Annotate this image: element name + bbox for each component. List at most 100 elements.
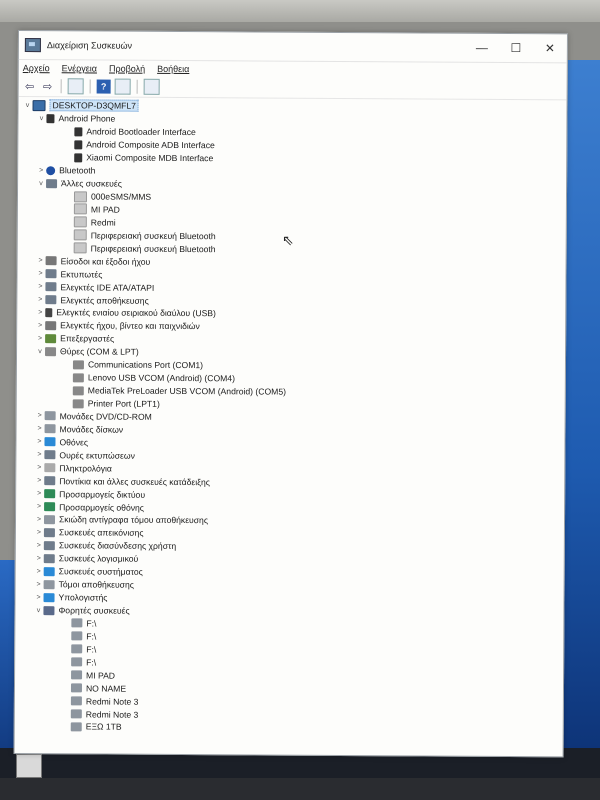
close-button[interactable]: ✕ [533,41,567,55]
collapse-chevron-icon[interactable]: v [36,115,46,122]
collapse-chevron-icon[interactable]: v [23,102,33,109]
computer-icon [32,100,46,112]
tree-item-label: Σκιώδη αντίγραφα τόμου αποθήκευσης [58,514,209,526]
sound-icon [45,321,57,331]
tree-item-label: Υπολογιστής [58,592,108,603]
expand-chevron-icon[interactable]: > [35,426,45,433]
expand-chevron-icon[interactable]: > [34,529,44,536]
port-icon [45,346,57,357]
tree-item-label: Android Phone [58,113,116,125]
tree-item-label: F:\ [86,618,97,629]
port-icon [72,398,84,408]
tree-item-label: MediaTek PreLoader USB VCOM (Android) (C… [87,385,287,397]
tree-item-label: Printer Port (LPT1) [87,398,160,409]
port-icon [72,372,84,383]
portable-device-icon [43,605,55,615]
unknown-device-icon [73,216,87,228]
menu-action[interactable]: Ενέργεια [62,63,97,73]
expand-chevron-icon[interactable]: > [35,413,45,420]
tree-root-label: DESKTOP-D3QMFL7 [49,99,139,113]
tree-item-label: 000eSMS/MMS [90,191,152,202]
expand-chevron-icon[interactable]: > [36,257,46,264]
menu-file[interactable]: Αρχείο [23,63,50,73]
mouse-cursor-icon: ⇖ [282,232,294,248]
tree-item-label: Redmi Note 3 [85,696,139,707]
properties-icon[interactable] [67,78,84,95]
expand-chevron-icon[interactable]: > [34,516,44,523]
forward-arrow-icon[interactable]: ⇨ [41,79,55,93]
tree-item-label: Ελεγκτές αποθήκευσης [60,294,149,306]
taskbar-app-icon[interactable] [16,754,42,778]
tree-item-label: F:\ [86,631,97,642]
expand-chevron-icon[interactable]: > [34,542,44,549]
tree-item-label: Περιφερειακή συσκευή Bluetooth [90,243,216,254]
menu-help[interactable]: Βοήθεια [157,64,189,74]
collapse-chevron-icon[interactable]: v [35,348,45,355]
monitor-bezel [0,0,600,22]
tree-item-label: Ελεγκτές IDE ATA/ATAPI [60,281,155,293]
expand-chevron-icon[interactable]: > [35,270,45,277]
expand-chevron-icon[interactable]: > [34,568,44,575]
dvd-icon [44,411,56,421]
expand-chevron-icon[interactable]: > [35,309,45,316]
expand-chevron-icon[interactable]: > [34,477,44,484]
menu-view[interactable]: Προβολή [109,64,145,74]
minimize-button[interactable]: — [465,41,499,55]
tree-item-label: Lenovo USB VCOM (Android) (COM4) [87,372,235,384]
monitor-icon [44,437,56,447]
usb-icon [45,308,53,318]
processor-icon [45,334,57,344]
imaging-icon [43,528,55,538]
phone-icon [46,114,55,124]
expand-chevron-icon[interactable]: > [35,335,45,342]
tree-device[interactable]: ΕΞΩ 1TB [19,720,563,736]
mouse-icon [44,476,56,486]
expand-chevron-icon[interactable]: > [36,167,46,174]
tree-item-label: Μονάδες DVD/CD-ROM [59,411,152,422]
maximize-button[interactable]: ☐ [499,41,533,55]
storage-controller-icon [45,295,57,305]
port-icon [72,360,84,370]
expand-chevron-icon[interactable]: > [34,451,44,458]
tree-item-label: Εκτυπωτές [60,268,103,280]
drive-icon [71,657,83,667]
tree-item-label: Φορητές συσκευές [58,605,130,616]
help-icon[interactable]: ? [96,79,111,94]
device-manager-icon [24,38,41,53]
expand-chevron-icon[interactable]: > [34,555,44,562]
collapse-chevron-icon[interactable]: v [36,180,46,187]
expand-chevron-icon[interactable]: > [34,490,44,497]
hid-icon [43,541,55,551]
unknown-device-icon [73,190,88,202]
tree-item-label: Redmi [90,217,116,228]
expand-chevron-icon[interactable]: > [34,581,44,588]
show-hidden-icon[interactable] [114,78,131,95]
expand-chevron-icon[interactable]: > [34,503,44,510]
tree-items: v Android Phone Android Bootloader Interfa… [19,112,567,736]
expand-chevron-icon[interactable]: > [34,438,44,445]
shadow-copy-icon [43,515,56,525]
tree-item-label: MI PAD [90,204,120,215]
expand-chevron-icon[interactable]: > [34,464,44,471]
expand-chevron-icon[interactable]: > [35,322,45,329]
unknown-device-icon [73,229,87,241]
expand-chevron-icon[interactable]: > [35,296,45,303]
network-icon [44,489,56,499]
volume-icon [43,579,55,589]
scan-hardware-icon[interactable] [143,78,160,95]
tree-item-label: Πληκτρολόγια [59,462,112,474]
tree-item-label: Οθόνες [59,437,89,448]
tree-item-label: Προσαρμογείς δικτύου [59,488,146,500]
tree-item-label: Communications Port (COM1) [87,359,204,371]
tree-item-label: Συσκευές λογισμικού [58,553,139,565]
display-adapter-icon [44,502,56,512]
tree-item-label: Android Bootloader Interface [86,126,196,138]
expand-chevron-icon[interactable]: > [34,594,44,601]
tree-item-label: Συσκευές συστήματος [58,566,143,577]
back-arrow-icon[interactable]: ⇦ [23,79,37,93]
tree-item-label: Προσαρμογείς οθόνης [59,501,145,513]
bluetooth-icon [46,165,56,175]
collapse-chevron-icon[interactable]: v [33,607,43,614]
expand-chevron-icon[interactable]: > [35,283,45,290]
tree-item-label: Μονάδες δίσκων [59,424,124,435]
